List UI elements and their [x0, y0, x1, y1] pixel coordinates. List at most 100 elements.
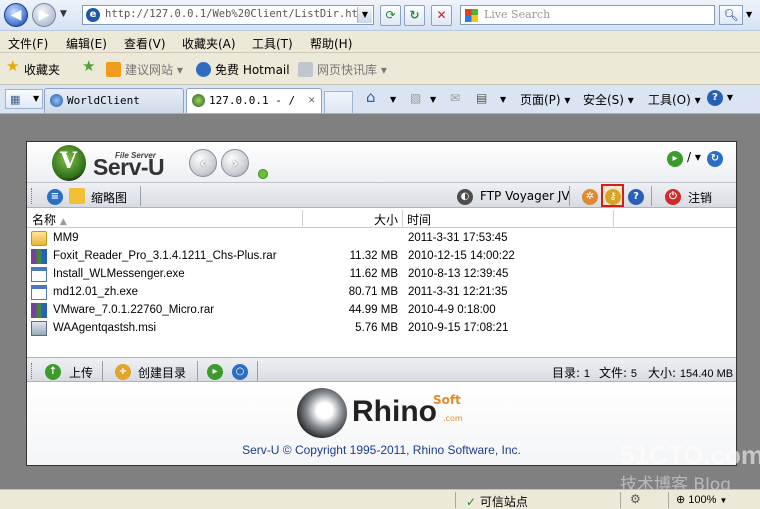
toolbar-separator — [651, 186, 652, 206]
search-input[interactable]: Live Search — [460, 5, 715, 25]
table-row[interactable]: md12.01_zh.exe 80.71 MB 2011-3-31 12:21:… — [27, 284, 736, 302]
ftp-voyager-icon: ◐ — [457, 188, 473, 205]
toolbar-separator — [140, 186, 141, 206]
upload-button[interactable]: 上传 — [69, 364, 93, 381]
thumbnail-button[interactable]: 缩略图 — [91, 189, 127, 206]
print-dropdown-icon[interactable]: ▼ — [500, 95, 506, 104]
tab-list-dropdown-icon[interactable]: ▼ — [33, 94, 39, 103]
hotmail-icon — [196, 62, 211, 77]
favorites-bar: ★ 收藏夹 ★ 建议网站 ▾ 免费 Hotmail 网页快讯库 ▾ — [0, 53, 760, 85]
table-row[interactable]: Foxit_Reader_Pro_3.1.4.1211_Chs-Plus.rar… — [27, 248, 736, 266]
menu-edit[interactable]: 编辑(E) — [66, 35, 107, 52]
file-name[interactable]: WAAgentqastsh.msi — [53, 322, 156, 334]
servu-header: File Server Serv-U ‹ › ▸ / ▾ ↻ — [27, 142, 736, 182]
help-button[interactable]: ? ▼ — [707, 89, 733, 106]
forward-button[interactable]: ▶ — [32, 3, 56, 27]
print-icon[interactable]: ▤ — [476, 91, 487, 105]
menu-help[interactable]: 帮助(H) — [310, 35, 352, 52]
change-dir-button[interactable]: ▸ — [207, 363, 223, 380]
help-circle-button[interactable]: ? — [628, 188, 644, 205]
change-password-button[interactable]: ⚷ — [601, 184, 624, 207]
tools-menu[interactable]: 工具(O) ▾ — [648, 91, 701, 108]
create-folder-icon: + — [115, 363, 131, 380]
table-row[interactable]: MM9 2011-3-31 17:53:45 — [27, 230, 736, 248]
rar-archive-icon — [31, 303, 47, 318]
file-name[interactable]: Foxit_Reader_Pro_3.1.4.1211_Chs-Plus.rar — [53, 250, 277, 262]
nav-back-circle-icon[interactable]: ‹ — [189, 149, 217, 177]
settings-button[interactable]: ✲ — [582, 188, 598, 205]
file-time: 2010-4-9 0:18:00 — [408, 304, 496, 316]
tab-bar: ▦ ▼ WorldClient 127.0.0.1 - / ✕ ⌂ ▼ ▧ ▼ … — [0, 85, 760, 114]
url-field[interactable]: e http://127.0.0.1/Web%20Client/ListDir.… — [82, 5, 374, 25]
file-time: 2011-3-31 12:21:35 — [408, 286, 508, 298]
hotmail-link[interactable]: 免费 Hotmail — [196, 61, 290, 78]
column-size[interactable]: 大小 — [374, 211, 398, 228]
file-name[interactable]: VMware_7.0.1.22760_Micro.rar — [53, 304, 214, 316]
feeds-dropdown-icon[interactable]: ▼ — [430, 95, 436, 104]
suggested-sites-link[interactable]: 建议网站 ▾ — [106, 61, 183, 78]
web-slice-gallery-link[interactable]: 网页快讯库 ▾ — [298, 61, 387, 78]
table-row[interactable]: VMware_7.0.1.22760_Micro.rar 44.99 MB 20… — [27, 302, 736, 320]
ie-page-icon: e — [86, 8, 100, 22]
go-arrow-icon: ▸ — [667, 151, 683, 167]
home-dropdown-icon[interactable]: ▼ — [390, 95, 396, 104]
suggested-sites-icon — [106, 62, 121, 77]
column-name[interactable]: 名称 ▲ — [32, 211, 67, 228]
tab-worldclient[interactable]: WorldClient — [44, 88, 184, 113]
view-toggle-button[interactable]: ≡ — [47, 188, 63, 205]
home-icon[interactable]: ⌂ — [366, 88, 376, 106]
feeds-icon[interactable]: ▧ — [410, 91, 421, 105]
safety-menu[interactable]: 安全(S) ▾ — [583, 91, 634, 108]
total-size: 大小: 154.40 MB — [648, 366, 734, 380]
refresh-button[interactable]: ↻ — [404, 5, 425, 26]
ftp-voyager-button[interactable]: FTP Voyager JV — [480, 189, 570, 203]
file-name[interactable]: MM9 — [53, 232, 79, 244]
trusted-sites-zone[interactable]: ✓ 可信站点 — [466, 493, 528, 509]
file-name[interactable]: Install_WLMessenger.exe — [53, 268, 185, 280]
view-list-icon: ≡ — [47, 189, 63, 205]
menu-view[interactable]: 查看(V) — [124, 35, 166, 52]
current-path[interactable]: / ▾ — [687, 150, 701, 164]
stop-button[interactable]: ✕ — [431, 5, 452, 26]
exe-file-icon — [31, 285, 47, 300]
url-text[interactable]: http://127.0.0.1/Web%20Client/ListDir.ht… — [105, 8, 364, 20]
url-dropdown-icon[interactable]: ▼ — [357, 7, 372, 23]
toolbar-grip — [31, 363, 34, 379]
protected-mode-icon[interactable]: ⚙ — [630, 492, 641, 506]
search-options-icon[interactable]: ▼ — [746, 10, 752, 19]
mail-icon[interactable]: ✉ — [450, 91, 460, 105]
search-button[interactable]: 🔍︎ — [719, 5, 743, 25]
new-tab-button[interactable] — [324, 91, 353, 113]
zoom-level[interactable]: ⊕ 100% ▼ — [676, 493, 727, 506]
compat-view-button[interactable]: ⟳ — [380, 5, 401, 26]
nav-forward-circle-icon[interactable]: › — [221, 149, 249, 177]
go-dir-button[interactable]: ▸ — [667, 150, 683, 167]
file-name[interactable]: md12.01_zh.exe — [53, 286, 138, 298]
page-menu[interactable]: 页面(P) ▾ — [520, 91, 570, 108]
logout-button[interactable]: 注销 — [688, 189, 712, 206]
menu-bar: 文件(F) 编辑(E) 查看(V) 收藏夹(A) 工具(T) 帮助(H) — [0, 31, 760, 53]
rhino-logo-soft: Soft — [433, 393, 461, 407]
refresh-dir-button[interactable]: ↻ — [707, 150, 723, 167]
table-row[interactable]: WAAgentqastsh.msi 5.76 MB 2010-9-15 17:0… — [27, 320, 736, 338]
search-files-button[interactable]: ○ — [232, 363, 248, 380]
create-folder-button[interactable]: 创建目录 — [138, 364, 186, 381]
tab-localhost[interactable]: 127.0.0.1 - / ✕ — [186, 88, 322, 113]
file-size: 11.32 MB — [349, 250, 398, 262]
toolbar-grip — [31, 188, 34, 204]
file-list-header: 名称 ▲ 大小 时间 — [27, 208, 736, 228]
menu-favorites[interactable]: 收藏夹(A) — [182, 35, 236, 52]
quick-tabs-button[interactable]: ▦ ▼ — [5, 89, 43, 109]
help-icon: ? — [707, 90, 723, 106]
column-time[interactable]: 时间 — [407, 211, 431, 228]
close-tab-icon[interactable]: ✕ — [308, 93, 315, 106]
address-bar-row: ◀ ▶ ▼ e http://127.0.0.1/Web%20Client/Li… — [0, 0, 760, 31]
menu-file[interactable]: 文件(F) — [8, 35, 48, 52]
history-dropdown-icon[interactable]: ▼ — [60, 9, 67, 19]
favorites-button[interactable]: 收藏夹 — [24, 61, 60, 78]
table-row[interactable]: Install_WLMessenger.exe 11.62 MB 2010-8-… — [27, 266, 736, 284]
file-time: 2010-8-13 12:39:45 — [408, 268, 509, 280]
back-button[interactable]: ◀ — [4, 3, 28, 27]
menu-tools[interactable]: 工具(T) — [252, 35, 293, 52]
add-favorite-icon[interactable]: ★ — [82, 57, 95, 75]
